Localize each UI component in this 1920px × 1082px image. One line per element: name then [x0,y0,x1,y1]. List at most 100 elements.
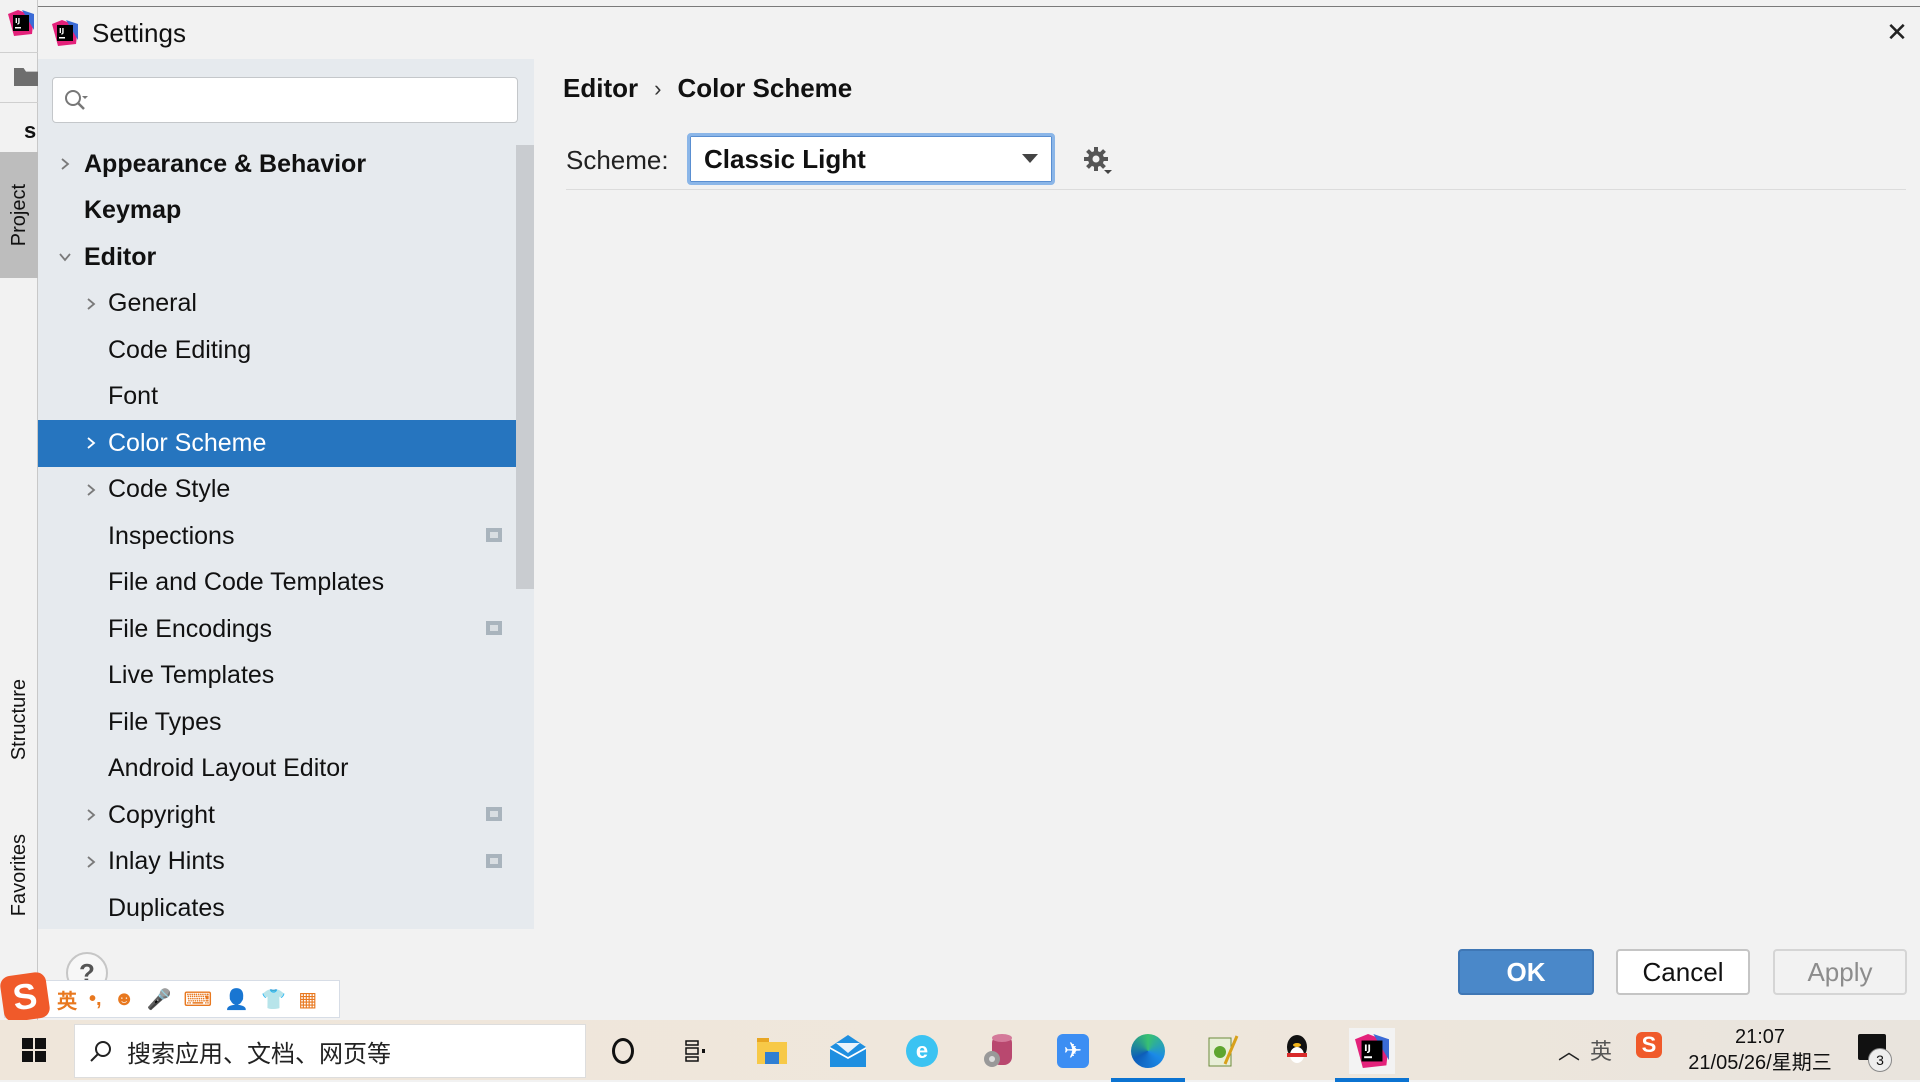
file-explorer-icon[interactable] [749,1028,795,1074]
tree-item-label: Inlay Hints [108,847,225,876]
emoji-icon[interactable]: ☻ [114,988,135,1011]
search-field[interactable] [97,84,507,116]
taskbar-clock[interactable]: 21:07 21/05/26/星期三 [1680,1024,1840,1076]
mail-icon[interactable] [825,1028,871,1074]
taskbar-search-box[interactable]: 搜索应用、文档、网页等 [74,1024,586,1078]
windows-start-icon[interactable] [22,1038,46,1062]
tree-item-keymap[interactable]: Keymap [38,188,534,235]
tree-item-label: Appearance & Behavior [84,149,367,178]
tool-tab-favorites[interactable]: Favorites [0,810,38,940]
gear-icon[interactable] [1082,145,1114,177]
tree-item-inspections[interactable]: Inspections [38,513,534,560]
notification-badge: 3 [1868,1048,1892,1072]
cancel-button[interactable]: Cancel [1616,949,1750,995]
breadcrumb-item-editor[interactable]: Editor [563,73,638,104]
feishu-icon[interactable]: ✈ [1050,1028,1096,1074]
ime-toolbar: 英 •, ☻ 🎤 ⌨ 👤 👕 ▦ [4,980,340,1018]
tree-item-label: Inspections [108,521,235,550]
tree-item-label: Font [108,382,159,411]
tree-item-duplicates[interactable]: Duplicates [38,885,534,929]
chevron-right-icon[interactable] [84,808,98,822]
tree-item-font[interactable]: Font [38,374,534,421]
tree-item-label: Duplicates [108,893,225,922]
dialog-titlebar: IJ Settings [38,7,1920,59]
tray-expand-icon[interactable]: ︿ [1558,1034,1580,1066]
tree-item-editor[interactable]: Editor [38,234,534,281]
tool-tab-structure[interactable]: Structure [0,650,38,790]
settings-sidebar: Appearance & Behavior Keymap Editor General… [38,59,534,929]
search-icon [65,90,88,110]
tree-item-label: Live Templates [108,661,275,690]
task-view-icon[interactable] [673,1028,719,1074]
tree-item-color-scheme[interactable]: Color Scheme [38,420,534,467]
windows-taskbar: 搜索应用、文档、网页等 e ✈ IJ ︿ 英 S 21:07 21/05/26/… [0,1020,1920,1082]
microphone-icon[interactable]: 🎤 [147,987,172,1012]
strip-divider [0,52,38,53]
tool-tab-project[interactable]: Project [0,152,38,278]
tree-item-label: Keymap [84,196,182,225]
tree-item-label: Copyright [108,800,215,829]
tree-item-label: General [108,289,197,318]
sogou-tray-icon[interactable]: S [1636,1032,1662,1058]
tree-item-code-editing[interactable]: Code Editing [38,327,534,374]
keyboard-icon[interactable]: ⌨ [184,987,213,1012]
chevron-down-icon [1022,154,1038,163]
toolbox-icon[interactable]: ▦ [298,987,317,1012]
intellij-taskbar-icon[interactable]: IJ [1335,1028,1409,1082]
project-level-settings-icon [486,807,502,821]
sogou-logo-icon[interactable]: S [0,971,51,1023]
tree-item-appearance-behavior[interactable]: Appearance & Behavior [38,141,534,188]
edge-icon[interactable] [1111,1028,1185,1082]
scheme-dropdown[interactable]: Classic Light [687,133,1055,185]
tree-item-file-encodings[interactable]: File Encodings [38,606,534,653]
intellij-logo-icon: IJ [8,10,34,36]
tool-tab-label: Structure [7,679,30,761]
tree-item-label: File Encodings [108,614,272,643]
chevron-right-icon[interactable] [84,436,98,450]
strip-divider [0,102,38,103]
ok-button[interactable]: OK [1458,949,1594,995]
skin-icon[interactable]: 👕 [261,987,286,1012]
tree-item-inlay-hints[interactable]: Inlay Hints [38,839,534,886]
database-tool-icon[interactable] [976,1028,1022,1074]
qq-icon[interactable] [1274,1028,1320,1074]
chevron-right-icon[interactable] [84,297,98,311]
close-button[interactable]: ✕ [1880,15,1914,49]
sidebar-scrollbar[interactable] [516,145,534,589]
scheme-dropdown-value: Classic Light [704,143,866,174]
project-level-settings-icon [486,528,502,542]
folder-icon[interactable] [14,68,38,86]
tree-item-label: Android Layout Editor [108,754,349,783]
tool-tab-label: Project [7,183,30,247]
tree-item-code-style[interactable]: Code Style [38,467,534,514]
project-level-settings-icon [486,853,502,868]
content-divider [566,189,1906,190]
svg-text:IJ: IJ [15,17,20,25]
notepad-plus-icon[interactable] [1200,1028,1246,1074]
search-icon [90,1041,111,1062]
ide-tool-strip: IJ s Project Structure Favorites [0,0,38,1020]
tree-item-file-types[interactable]: File Types [38,699,534,746]
apply-button[interactable]: Apply [1773,949,1907,995]
user-icon[interactable]: 👤 [224,987,249,1012]
cortana-icon[interactable] [600,1028,646,1074]
strip-letter: s [24,118,37,143]
tree-item-label: Code Style [108,475,231,504]
tree-item-live-templates[interactable]: Live Templates [38,653,534,700]
browser-e-icon[interactable]: e [899,1028,945,1074]
tree-item-file-and-code-templates[interactable]: File and Code Templates [38,560,534,607]
chevron-down-icon[interactable] [58,250,72,264]
chevron-right-icon[interactable] [84,483,98,497]
chevron-right-icon[interactable] [84,855,98,869]
tray-ime-indicator[interactable]: 英 [1590,1034,1612,1066]
tree-item-copyright[interactable]: Copyright [38,792,534,839]
ime-lang-toggle[interactable]: 英 [57,985,77,1014]
ime-punctuation-toggle[interactable]: •, [89,988,102,1011]
settings-search-input[interactable] [52,77,518,123]
tree-item-label: Editor [84,242,157,271]
dialog-title: Settings [92,17,186,48]
tree-item-android-layout-editor[interactable]: Android Layout Editor [38,746,534,793]
tree-item-general[interactable]: General [38,281,534,328]
chevron-right-icon[interactable] [58,157,72,171]
intellij-logo-icon: IJ [52,20,78,46]
